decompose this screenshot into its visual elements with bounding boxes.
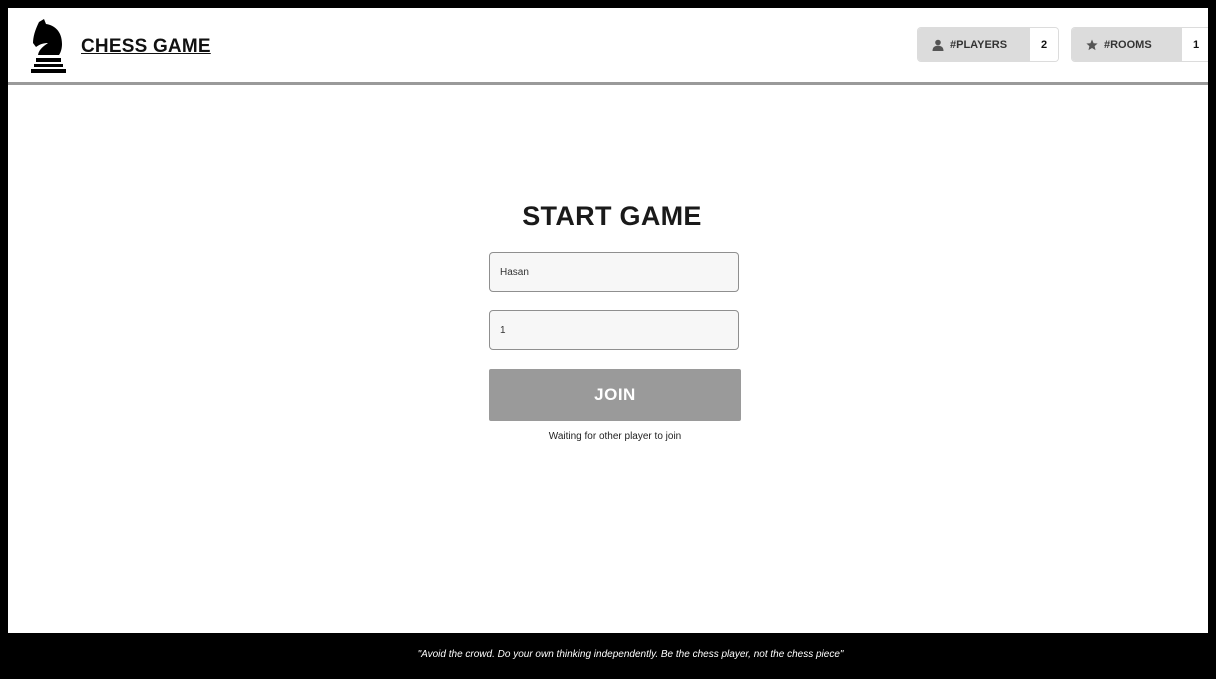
footer-quote: "Avoid the crowd. Do your own thinking i… <box>417 649 844 660</box>
players-label-box: #PLAYERS <box>918 28 1030 61</box>
app-title-link[interactable]: CHESS GAME <box>81 36 211 58</box>
rooms-count: 1 <box>1182 28 1208 61</box>
chess-knight-icon <box>31 19 66 73</box>
players-count: 2 <box>1030 28 1058 61</box>
rooms-label-box: #ROOMS <box>1072 28 1182 61</box>
players-label: #PLAYERS <box>950 38 1008 51</box>
rooms-label: #ROOMS <box>1104 38 1152 51</box>
status-message: Waiting for other player to join <box>548 431 682 442</box>
user-icon <box>932 39 944 51</box>
players-stat: #PLAYERS 2 <box>918 28 1058 61</box>
rooms-stat: #ROOMS 1 <box>1072 28 1208 61</box>
room-id-input[interactable] <box>489 310 739 350</box>
footer: "Avoid the crowd. Do your own thinking i… <box>8 633 1208 675</box>
join-button[interactable]: JOIN <box>489 369 741 421</box>
star-icon <box>1086 39 1098 50</box>
header: CHESS GAME #PLAYERS 2 #ROOMS 1 <box>8 8 1208 85</box>
app-window: CHESS GAME #PLAYERS 2 #ROOMS 1 START GAM… <box>8 8 1208 675</box>
player-name-input[interactable] <box>489 252 739 292</box>
page-title: START GAME <box>522 201 702 231</box>
